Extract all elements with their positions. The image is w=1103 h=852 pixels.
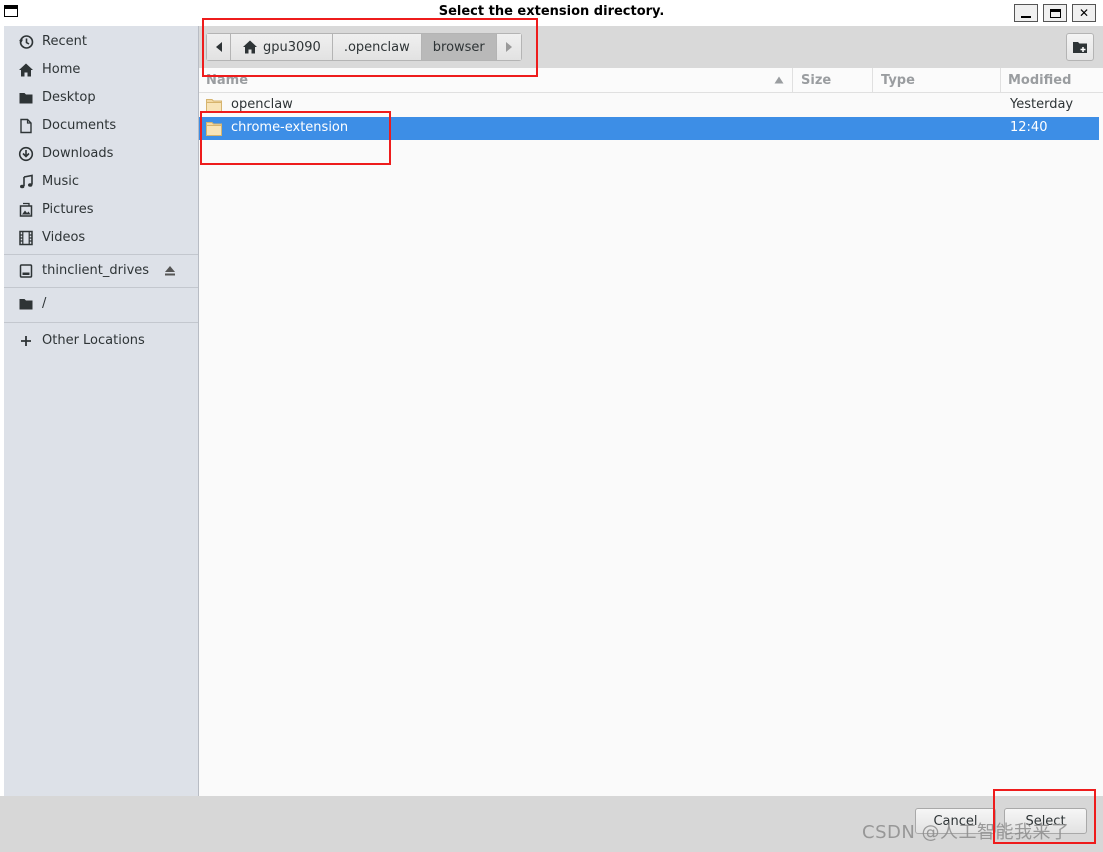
- sidebar-item-pictures[interactable]: Pictures: [4, 197, 198, 223]
- window-title: Select the extension directory.: [438, 4, 665, 19]
- eject-icon[interactable]: [162, 263, 178, 279]
- videos-icon: [19, 230, 33, 246]
- sidebar-item-label: Documents: [42, 118, 117, 133]
- new-folder-icon: [1073, 42, 1087, 53]
- title-bar: Select the extension directory. ✕: [0, 0, 1103, 26]
- close-icon: ✕: [1078, 6, 1090, 20]
- sort-ascending-icon: [774, 76, 784, 84]
- pictures-icon: [19, 202, 33, 217]
- folder-icon: [19, 93, 33, 104]
- sidebar-item-thinclient-drives[interactable]: thinclient_drives: [4, 258, 198, 284]
- column-modified-header[interactable]: Modified: [1001, 68, 1103, 92]
- sidebar-separator: [4, 254, 198, 255]
- sidebar-item-label: /: [42, 296, 47, 311]
- home-icon: [19, 63, 33, 77]
- file-modified: 12:40: [1010, 120, 1048, 135]
- sidebar-separator: [4, 287, 198, 288]
- annotation-box-selected-folder: [200, 111, 391, 165]
- maximize-button[interactable]: [1043, 4, 1067, 22]
- sidebar-separator: [4, 322, 198, 323]
- annotation-box-breadcrumb: [202, 18, 538, 77]
- sidebar-item-recent[interactable]: Recent: [4, 29, 198, 55]
- sidebar-item-label: Desktop: [42, 90, 96, 105]
- sidebar-item-home[interactable]: Home: [4, 57, 198, 83]
- sidebar-item-root[interactable]: /: [4, 291, 198, 317]
- places-sidebar: Recent Home Desktop Documents Downloads …: [4, 26, 199, 796]
- new-folder-button[interactable]: [1066, 33, 1094, 61]
- file-name: openclaw: [231, 97, 293, 112]
- sidebar-item-music[interactable]: Music: [4, 169, 198, 195]
- maximize-icon: [1049, 8, 1061, 18]
- minimize-icon: [1021, 16, 1031, 18]
- sidebar-item-documents[interactable]: Documents: [4, 113, 198, 139]
- watermark: CSDN @人工智能我来了: [862, 822, 1070, 843]
- sidebar-item-label: Videos: [42, 230, 86, 245]
- recent-icon: [19, 35, 34, 49]
- sidebar-item-label: Home: [42, 62, 81, 77]
- sidebar-item-desktop[interactable]: Desktop: [4, 85, 198, 111]
- sidebar-item-label: Downloads: [42, 146, 114, 161]
- plus-icon: [21, 336, 31, 346]
- sidebar-item-label: Other Locations: [42, 333, 145, 348]
- sidebar-item-label: Music: [42, 174, 79, 189]
- sidebar-item-videos[interactable]: Videos: [4, 225, 198, 251]
- sidebar-item-label: thinclient_drives: [42, 263, 150, 278]
- sidebar-item-label: Recent: [42, 34, 87, 49]
- file-list[interactable]: Name Size Type Modified openclaw Yesterd…: [199, 68, 1103, 796]
- download-icon: [18, 146, 34, 162]
- sidebar-item-label: Pictures: [42, 202, 94, 217]
- column-type-header[interactable]: Type: [873, 68, 1001, 92]
- music-icon: [20, 174, 33, 189]
- folder-icon: [19, 299, 33, 310]
- drive-icon: [19, 264, 33, 278]
- column-size-header[interactable]: Size: [793, 68, 873, 92]
- sidebar-item-downloads[interactable]: Downloads: [4, 141, 198, 167]
- document-icon: [20, 118, 32, 134]
- minimize-button[interactable]: [1014, 4, 1038, 22]
- file-modified: Yesterday: [1010, 97, 1074, 112]
- close-button[interactable]: ✕: [1072, 4, 1096, 22]
- sidebar-item-other-locations[interactable]: Other Locations: [4, 328, 198, 354]
